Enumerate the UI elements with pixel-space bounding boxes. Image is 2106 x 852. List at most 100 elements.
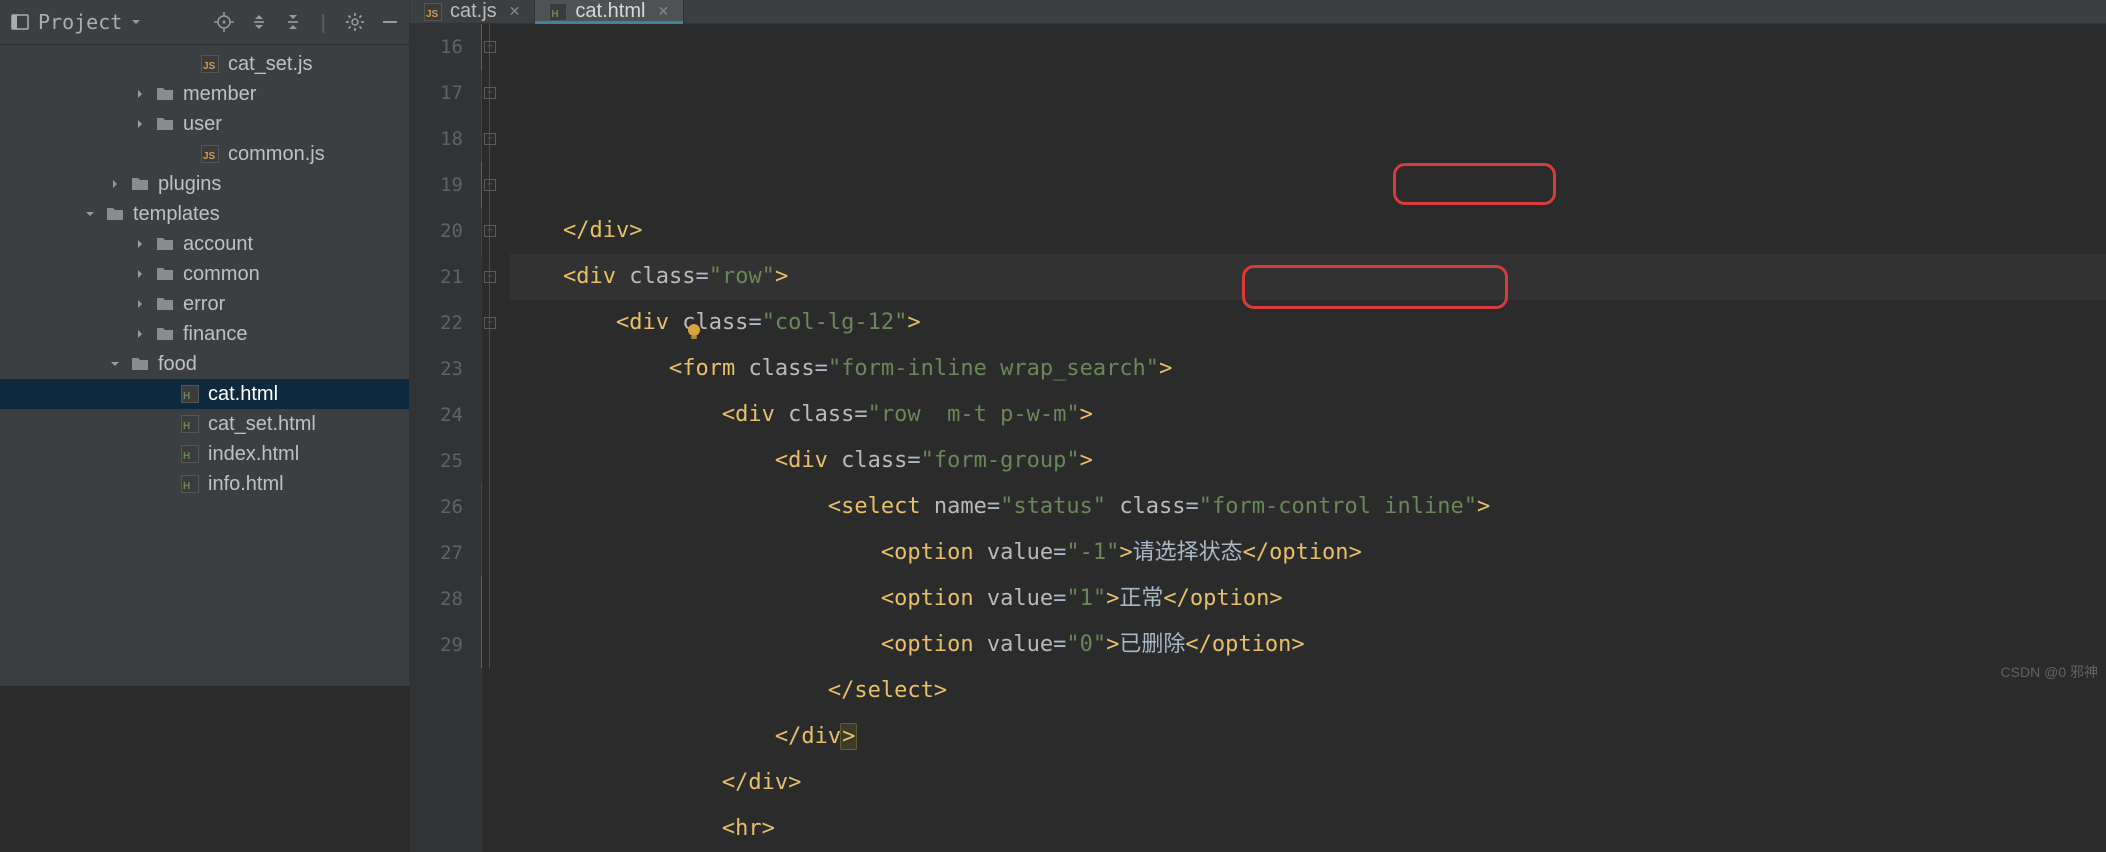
- html-file-icon: H: [549, 3, 567, 21]
- tree-item[interactable]: Hcat.html: [0, 379, 409, 409]
- tree-item[interactable]: error: [0, 289, 409, 319]
- code-line[interactable]: <form class="form-inline wrap_search">: [510, 346, 2106, 392]
- code-line[interactable]: <hr>: [510, 806, 2106, 852]
- project-tree[interactable]: JScat_set.jsmember user JScommon.jsplugins…: [0, 45, 409, 686]
- code-line[interactable]: </div>: [510, 760, 2106, 806]
- tree-item[interactable]: food: [0, 349, 409, 379]
- tree-item[interactable]: JScat_set.js: [0, 49, 409, 79]
- editor-tab[interactable]: Hcat.html ✕: [535, 0, 684, 23]
- editor-tabs: JS cat.js ✕ Hcat.html ✕: [410, 0, 2106, 24]
- fold-column[interactable]: − − − − − − −: [482, 24, 510, 852]
- line-number[interactable]: 29: [410, 622, 463, 668]
- collapse-all-icon[interactable]: [284, 13, 302, 31]
- code-line[interactable]: <div class="row m-t p-w-m">: [510, 392, 2106, 438]
- tree-item[interactable]: JScommon.js: [0, 139, 409, 169]
- code-line[interactable]: </div>: [510, 714, 2106, 760]
- tree-item-label: cat.html: [208, 383, 278, 406]
- line-number[interactable]: 19: [410, 162, 463, 208]
- html-file-icon: H: [180, 474, 200, 494]
- line-number[interactable]: 21: [410, 254, 463, 300]
- tree-item[interactable]: templates: [0, 199, 409, 229]
- code-line[interactable]: <option value="1">正常</option>: [510, 576, 2106, 622]
- tab-label: cat.js: [450, 0, 497, 23]
- fold-handle[interactable]: −: [484, 133, 496, 145]
- fold-handle[interactable]: −: [484, 271, 496, 283]
- locate-icon[interactable]: [214, 12, 234, 32]
- html-file-icon: H: [180, 384, 200, 404]
- close-icon[interactable]: ✕: [657, 3, 669, 20]
- minimize-icon[interactable]: [381, 13, 399, 31]
- fold-handle[interactable]: −: [484, 317, 496, 329]
- line-number[interactable]: 23: [410, 346, 463, 392]
- tree-item[interactable]: plugins: [0, 169, 409, 199]
- chevron-right-icon[interactable]: [133, 117, 147, 131]
- gear-icon[interactable]: [345, 12, 365, 32]
- code-line[interactable]: </select>: [510, 668, 2106, 714]
- code-line[interactable]: <option value="-1">请选择状态</option>: [510, 530, 2106, 576]
- annotation-callout: [1393, 163, 1556, 205]
- tree-item[interactable]: Hcat_set.html: [0, 409, 409, 439]
- intention-bulb-icon[interactable]: [552, 267, 572, 287]
- tree-item-label: food: [158, 353, 197, 376]
- line-number[interactable]: 16: [410, 24, 463, 70]
- chevron-down-icon[interactable]: [108, 357, 122, 371]
- chevron-down-icon[interactable]: [130, 16, 142, 28]
- fold-handle[interactable]: −: [484, 87, 496, 99]
- code-editor[interactable]: </div> <div class="row"> <div class="col…: [510, 24, 2106, 852]
- chevron-right-icon[interactable]: [133, 297, 147, 311]
- line-number[interactable]: 17: [410, 70, 463, 116]
- tree-item-label: member: [183, 83, 256, 106]
- close-icon[interactable]: ✕: [509, 3, 521, 20]
- code-line[interactable]: <div class="row">: [510, 254, 2106, 300]
- line-number[interactable]: 26: [410, 484, 463, 530]
- chevron-right-icon[interactable]: [133, 327, 147, 341]
- line-number[interactable]: 28: [410, 576, 463, 622]
- folder-icon: [155, 234, 175, 254]
- project-sidebar: Project |: [0, 0, 410, 686]
- folder-icon: [155, 264, 175, 284]
- tree-item[interactable]: finance: [0, 319, 409, 349]
- line-number[interactable]: 27: [410, 530, 463, 576]
- tree-item-label: account: [183, 233, 253, 256]
- tree-item-label: finance: [183, 323, 248, 346]
- folder-icon: [155, 114, 175, 134]
- tree-item[interactable]: common: [0, 259, 409, 289]
- line-number[interactable]: 20: [410, 208, 463, 254]
- code-line[interactable]: </div>: [510, 208, 2106, 254]
- tree-item[interactable]: member: [0, 79, 409, 109]
- code-line[interactable]: <option value="0">已删除</option>: [510, 622, 2106, 668]
- line-number[interactable]: 18: [410, 116, 463, 162]
- tab-label: cat.html: [575, 0, 645, 23]
- fold-handle[interactable]: −: [484, 225, 496, 237]
- project-tool-icon[interactable]: [10, 12, 30, 32]
- line-number[interactable]: 24: [410, 392, 463, 438]
- editor-tab[interactable]: JS cat.js ✕: [410, 0, 535, 23]
- code-line[interactable]: <div class="form-group">: [510, 438, 2106, 484]
- line-number-gutter[interactable]: 1617181920212223242526272829: [410, 24, 482, 852]
- line-number[interactable]: 22: [410, 300, 463, 346]
- chevron-right-icon[interactable]: [133, 237, 147, 251]
- tree-item[interactable]: Hindex.html: [0, 439, 409, 469]
- editor-pane: JS cat.js ✕ Hcat.html ✕ 16171819202122232425…: [410, 0, 2106, 686]
- tree-item[interactable]: user: [0, 109, 409, 139]
- fold-handle[interactable]: −: [484, 179, 496, 191]
- tree-item-label: templates: [133, 203, 220, 226]
- folder-icon: [130, 174, 150, 194]
- tree-item-label: error: [183, 293, 225, 316]
- js-file-icon: JS: [424, 3, 442, 21]
- code-line[interactable]: <div class="col-lg-12">: [510, 300, 2106, 346]
- fold-handle[interactable]: −: [484, 41, 496, 53]
- chevron-down-icon[interactable]: [83, 207, 97, 221]
- code-line[interactable]: <select name="status" class="form-contro…: [510, 484, 2106, 530]
- tree-item[interactable]: account: [0, 229, 409, 259]
- line-number[interactable]: 25: [410, 438, 463, 484]
- tree-item-label: cat_set.js: [228, 53, 312, 76]
- chevron-right-icon[interactable]: [133, 267, 147, 281]
- tree-item[interactable]: Hinfo.html: [0, 469, 409, 499]
- folder-icon: [155, 84, 175, 104]
- chevron-right-icon[interactable]: [133, 87, 147, 101]
- expand-all-icon[interactable]: [250, 13, 268, 31]
- tree-item-label: user: [183, 113, 222, 136]
- chevron-right-icon[interactable]: [108, 177, 122, 191]
- tree-item-label: common: [183, 263, 260, 286]
